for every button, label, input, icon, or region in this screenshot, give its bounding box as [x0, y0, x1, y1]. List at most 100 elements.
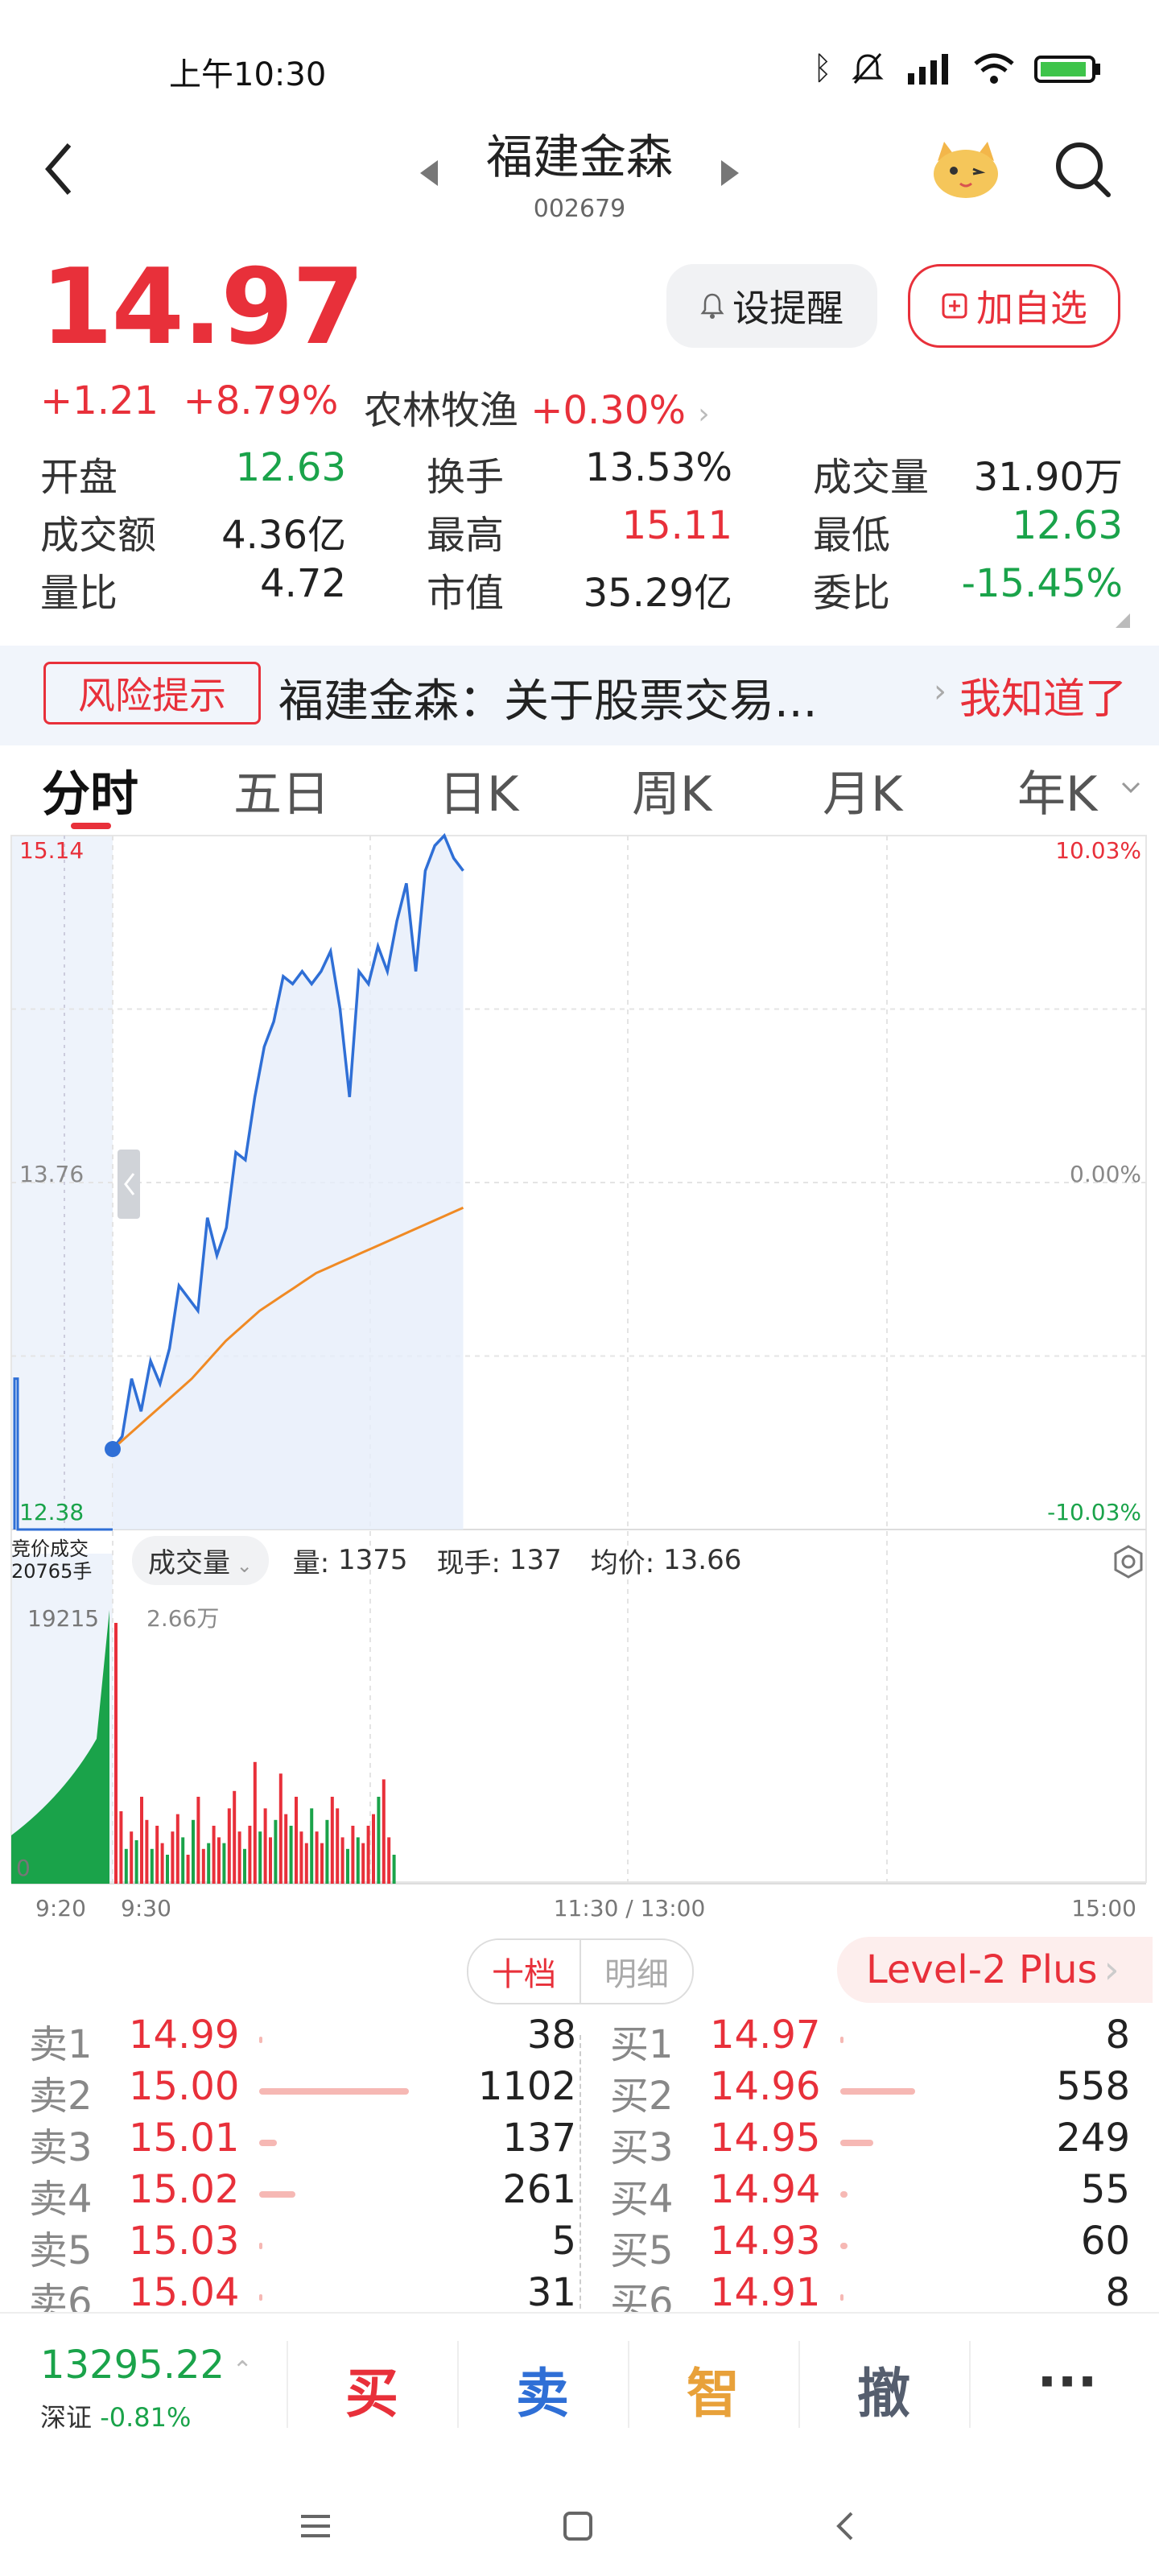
hand-label: 现手:: [436, 1546, 501, 1579]
volume-bar: [299, 1831, 303, 1884]
order-volume-bar: [259, 2088, 409, 2095]
volume-bar: [212, 1826, 216, 1884]
volume-bar: [304, 1843, 308, 1884]
next-stock-icon[interactable]: [718, 157, 742, 189]
qty-value: 1375: [338, 1544, 408, 1576]
expand-corner-icon[interactable]: [1114, 612, 1132, 630]
tab-2[interactable]: 日K: [439, 755, 518, 825]
pct-label-mid: 0.00%: [1070, 1161, 1141, 1187]
order-level: 买5: [610, 2228, 674, 2273]
volume-bar: [269, 1837, 272, 1884]
order-volume-bar: [840, 2243, 848, 2249]
volume-bar: [160, 1843, 164, 1884]
index-value[interactable]: 13295.22 ⌃: [40, 2343, 253, 2388]
order-qty: 38: [526, 2013, 576, 2058]
order-price: 15.03: [129, 2219, 240, 2264]
menu-icon[interactable]: [298, 2510, 333, 2542]
level2-plus-button[interactable]: Level-2 Plus ›: [837, 1937, 1153, 2003]
sell-row[interactable]: 卖4 15.02 261: [29, 2167, 576, 2222]
index-name: 深证: [40, 2402, 93, 2433]
buy-row[interactable]: 买2 14.96 558: [610, 2064, 1130, 2119]
volume-info-bar: 竞价成交 20765手 成交量 ⌄ 量: 1375 现手: 137 均价: 13…: [11, 1535, 1146, 1585]
order-volume-bar: [840, 2088, 915, 2095]
current-price: 14.97: [40, 246, 365, 368]
tab-3[interactable]: 周K: [632, 755, 711, 825]
home-icon[interactable]: [562, 2510, 594, 2542]
intraday-chart[interactable]: 15.14 13.76 12.38 10.03% 0.00% -10.03% 19215 2.…: [0, 829, 1159, 1940]
more-button[interactable]: ···: [987, 2351, 1148, 2413]
volume-bar: [145, 1819, 149, 1884]
avg-value: 13.66: [663, 1544, 742, 1576]
buy-button[interactable]: 买: [291, 2351, 452, 2428]
volume-bar: [289, 1826, 293, 1884]
volume-bar: [227, 1808, 231, 1884]
volume-bar: [134, 1840, 138, 1884]
buy-row[interactable]: 买5 14.93 60: [610, 2219, 1130, 2273]
volume-bar: [217, 1837, 221, 1884]
volume-bar: [346, 1848, 349, 1884]
sell-row[interactable]: 卖5 15.03 5: [29, 2219, 576, 2273]
stat-item: 量比 4.72: [40, 561, 346, 617]
order-level: 买1: [610, 2022, 674, 2067]
order-level: 买3: [610, 2125, 674, 2170]
sell-button[interactable]: 卖: [462, 2351, 623, 2428]
order-volume-bar: [259, 2140, 278, 2146]
order-volume-bar: [259, 2243, 262, 2249]
search-icon[interactable]: [1050, 137, 1115, 201]
cancel-order-button[interactable]: 撤: [803, 2351, 964, 2428]
order-level: 买2: [610, 2074, 674, 2119]
tab-1[interactable]: 五日: [233, 755, 330, 825]
x-label-0: 9:20: [35, 1895, 86, 1922]
tab-detail[interactable]: 明细: [581, 1940, 692, 2003]
volume-bar: [150, 1848, 154, 1884]
volume-bar: [196, 1797, 200, 1884]
order-price: 14.93: [710, 2219, 821, 2264]
stat-value: 4.72: [260, 561, 346, 606]
risk-text[interactable]: 福建金森：关于股票交易...: [278, 665, 817, 730]
order-volume-bar: [840, 2037, 843, 2043]
sector-link[interactable]: 农林牧渔 +0.30% ›: [364, 378, 710, 435]
add-watchlist-button[interactable]: 加自选: [908, 264, 1120, 348]
stats-grid: 开盘 12.63 换手 13.53% 成交量 31.90万 成交额 4.36亿 最高 15.11 最…: [40, 444, 1123, 618]
volume-bar: [310, 1808, 314, 1884]
volume-bar: [186, 1855, 190, 1884]
price-area: [113, 836, 464, 1530]
signal-icon: [908, 54, 948, 85]
bell-icon: [700, 293, 724, 319]
indicator-selector[interactable]: 成交量 ⌄: [132, 1535, 269, 1585]
index-info: 深证 -0.81%: [40, 2397, 191, 2434]
risk-dismiss-button[interactable]: 我知道了: [959, 665, 1127, 725]
volume-bar: [258, 1831, 262, 1884]
mascot-icon[interactable]: [930, 137, 1002, 201]
stat-item: 成交量 31.90万: [813, 445, 1123, 502]
tab-0[interactable]: 分时: [42, 755, 138, 825]
buy-row[interactable]: 买1 14.97 8: [610, 2013, 1130, 2067]
sell-row[interactable]: 卖1 14.99 38: [29, 2013, 576, 2067]
sell-row[interactable]: 卖3 15.01 137: [29, 2116, 576, 2170]
sell-row[interactable]: 卖2 15.00 1102: [29, 2064, 576, 2119]
chevron-down-icon[interactable]: [1120, 779, 1141, 795]
settings-icon[interactable]: [1111, 1544, 1146, 1579]
volume-max-label: 2.66万: [146, 1605, 219, 1632]
tab-4[interactable]: 月K: [823, 755, 902, 825]
tab-levels[interactable]: 十档: [468, 1940, 580, 2003]
volume-bar: [361, 1843, 365, 1884]
stat-label: 委比: [813, 571, 891, 616]
order-level: 卖5: [29, 2228, 93, 2273]
toolbar-separator: [287, 2341, 288, 2428]
order-qty: 31: [526, 2270, 576, 2315]
stat-label: 市值: [427, 571, 505, 616]
smart-button[interactable]: 智: [633, 2351, 794, 2428]
set-alert-button[interactable]: 设提醒: [666, 264, 877, 348]
set-alert-label: 设提醒: [732, 287, 843, 330]
buy-row[interactable]: 买4 14.94 55: [610, 2167, 1130, 2222]
tab-5[interactable]: 年K: [1017, 755, 1097, 825]
volume-bar: [366, 1826, 370, 1884]
order-level: 卖3: [29, 2125, 93, 2170]
chevron-up-icon: ⌃: [225, 2356, 253, 2384]
index-percent: -0.81%: [100, 2402, 192, 2433]
volume-bar: [387, 1837, 391, 1884]
buy-row[interactable]: 买3 14.95 249: [610, 2116, 1130, 2170]
volume-bar: [201, 1848, 205, 1884]
nav-back-icon[interactable]: [832, 2508, 856, 2544]
